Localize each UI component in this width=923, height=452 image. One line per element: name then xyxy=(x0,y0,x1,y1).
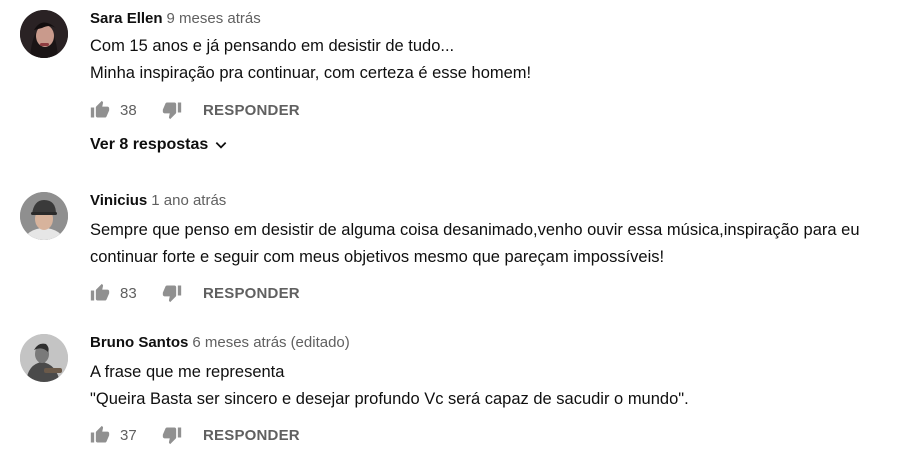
like-button[interactable] xyxy=(88,423,112,447)
dislike-button[interactable] xyxy=(160,98,184,122)
comment-text: A frase que me representa "Queira Basta … xyxy=(90,359,689,413)
comment-text: Sempre que penso em desistir de alguma c… xyxy=(90,217,860,271)
comment-actions: 83 RESPONDER xyxy=(88,281,300,305)
dislike-button[interactable] xyxy=(160,281,184,305)
thumb-up-icon xyxy=(90,100,110,118)
view-replies-label: Ver 8 respostas xyxy=(90,136,209,153)
comment-line: "Queira Basta ser sincero e desejar prof… xyxy=(90,390,689,408)
author-name[interactable]: Sara Ellen xyxy=(90,10,163,27)
avatar[interactable] xyxy=(20,10,68,58)
comment-time[interactable]: 9 meses atrás xyxy=(167,10,261,27)
reply-button[interactable]: RESPONDER xyxy=(203,102,300,119)
thumb-down-icon xyxy=(162,427,182,445)
thumb-up-icon xyxy=(90,283,110,301)
comment-line: A frase que me representa xyxy=(90,363,285,381)
view-replies-button[interactable]: Ver 8 respostas xyxy=(90,136,228,154)
comment-actions: 37 RESPONDER xyxy=(88,423,300,447)
like-count: 83 xyxy=(120,284,137,302)
author-name[interactable]: Vinicius xyxy=(90,192,147,209)
chevron-down-icon xyxy=(214,138,228,152)
author-name[interactable]: Bruno Santos xyxy=(90,334,188,351)
reply-button[interactable]: RESPONDER xyxy=(203,285,300,302)
edited-label: (editado) xyxy=(290,334,350,351)
dislike-button[interactable] xyxy=(160,423,184,447)
like-button[interactable] xyxy=(88,98,112,122)
like-button[interactable] xyxy=(88,281,112,305)
thumb-down-icon xyxy=(162,285,182,303)
comment-text: Com 15 anos e já pensando em desistir de… xyxy=(90,33,531,87)
comment-time[interactable]: 1 ano atrás xyxy=(151,192,226,209)
thumb-up-icon xyxy=(90,425,110,443)
like-count: 38 xyxy=(120,101,137,119)
like-count: 37 xyxy=(120,426,137,444)
avatar[interactable] xyxy=(20,334,68,382)
comment-time[interactable]: 6 meses atrás xyxy=(192,334,286,351)
comment-line: Minha inspiração pra continuar, com cert… xyxy=(90,64,532,82)
comment-line: Com 15 anos e já pensando em desistir de… xyxy=(90,37,455,55)
comment-line: continuar forte e seguir com meus objeti… xyxy=(90,248,665,266)
thumb-down-icon xyxy=(162,102,182,120)
comment-actions: 38 RESPONDER xyxy=(88,98,300,122)
reply-button[interactable]: RESPONDER xyxy=(203,427,300,444)
avatar[interactable] xyxy=(20,192,68,240)
comment-line: Sempre que penso em desistir de alguma c… xyxy=(90,221,860,239)
